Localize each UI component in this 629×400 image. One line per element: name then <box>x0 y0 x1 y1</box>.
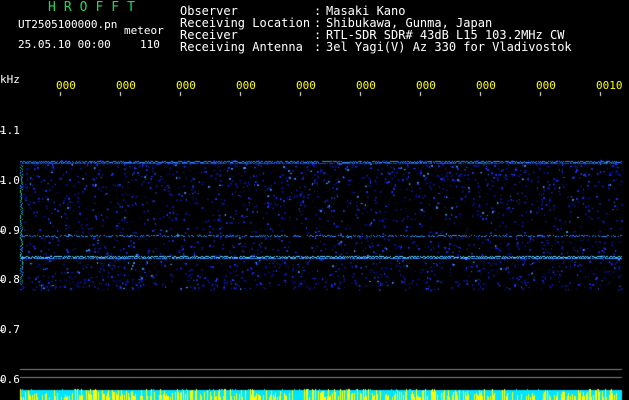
y-axis-unit: kHz <box>0 73 20 86</box>
y-tick-label: 0.7 <box>0 323 20 336</box>
antenna-label: Receiving Antenna <box>180 40 303 54</box>
x-tick-label: 000 <box>116 79 136 92</box>
hrofft-logo: HROFFT <box>48 0 143 15</box>
x-tick-label: 000 <box>356 79 376 92</box>
y-tick-label: 0.6 <box>0 373 20 386</box>
y-tick-label: 0.9 <box>0 224 20 237</box>
x-tick-label: 000 <box>296 79 316 92</box>
timestamp: 25.05.10 00:00 <box>18 38 111 51</box>
detection-tag: meteor <box>124 24 164 37</box>
antenna-value: 3el Yagi(V) Az 330 for Vladivostok <box>326 40 572 54</box>
file-name: UT2505100000.pn <box>18 18 118 31</box>
meteor-count: 110 <box>140 38 160 51</box>
x-tick-label: 000 <box>536 79 556 92</box>
x-tick-label: 000 <box>236 79 256 92</box>
y-tick-label: 1.0 <box>0 174 20 187</box>
x-tick-label: 000 <box>56 79 76 92</box>
x-tick-label: 000 <box>476 79 496 92</box>
spectrogram-canvas <box>0 0 629 400</box>
y-tick-label: 1.1 <box>0 124 20 137</box>
colon: : <box>314 40 322 54</box>
x-tick-label: 000 <box>416 79 436 92</box>
y-tick-label: 0.8 <box>0 273 20 286</box>
x-tick-label: 0010 <box>596 79 623 92</box>
x-tick-label: 000 <box>176 79 196 92</box>
